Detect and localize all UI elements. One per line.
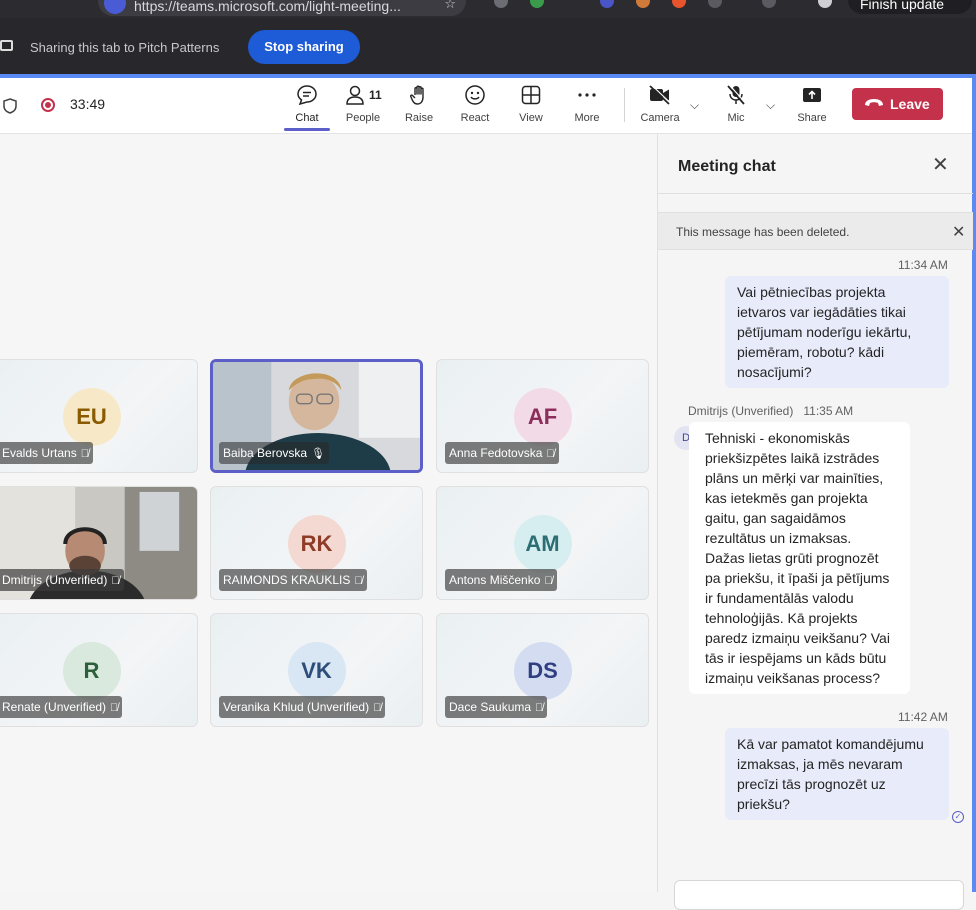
extension-icon[interactable] — [636, 0, 650, 8]
react-icon — [465, 85, 485, 105]
participant-tile[interactable]: R Renate (Unverified) 🎙̸ — [0, 613, 198, 727]
meeting-toolbar: 33:49 Chat People 11 Raise React View Mo… — [0, 78, 972, 134]
extension-icon[interactable] — [708, 0, 722, 8]
mic-options-chevron-icon[interactable]: ⌵ — [766, 98, 775, 113]
message-timestamp: 11:34 AM — [898, 258, 948, 272]
mic-muted-icon: 🎙̸ — [544, 574, 553, 587]
site-icon — [104, 0, 126, 14]
participant-name: RAIMONDS KRAUKLIS 🎙̸ — [219, 569, 367, 591]
mic-on-icon: 🎙 — [311, 447, 326, 460]
deleted-message-notice: This message has been deleted. ✕ — [658, 212, 973, 250]
chat-title: Meeting chat — [678, 158, 776, 175]
avatar: DS — [513, 642, 572, 700]
share-button[interactable]: Share — [784, 84, 840, 130]
stop-sharing-button[interactable]: Stop sharing — [248, 30, 360, 64]
mic-muted-icon: 🎙̸ — [535, 701, 544, 714]
extension-icon[interactable] — [672, 0, 686, 8]
mic-muted-icon: 🎙̸ — [80, 447, 89, 460]
sharing-bar: Sharing this tab to Pitch Patterns Stop … — [0, 18, 976, 74]
participant-name: Antons Miščenko 🎙̸ — [445, 569, 557, 591]
avatar: AM — [513, 515, 572, 573]
active-tab-indicator — [284, 128, 330, 131]
avatar: R — [62, 642, 121, 700]
phone-hangup-icon — [865, 99, 883, 106]
participant-tile[interactable]: AF Anna Fedotovska 🎙̸ — [436, 359, 649, 473]
camera-button[interactable]: Camera — [632, 84, 688, 130]
share-icon — [803, 88, 821, 102]
meeting-timer: 33:49 — [70, 96, 106, 112]
participant-tile[interactable]: VK Veranika Khlud (Unverified) 🎙̸ — [210, 613, 423, 727]
avatar: RK — [287, 515, 346, 573]
chat-message-mine[interactable]: Vai pētniecības projekta ietvaros var ie… — [725, 276, 949, 388]
participant-tile[interactable]: AM Antons Miščenko 🎙̸ — [436, 486, 649, 600]
finish-update-button[interactable]: Finish update — [848, 0, 972, 14]
raise-hand-icon — [410, 85, 424, 105]
participant-name: Renate (Unverified) 🎙̸ — [0, 696, 123, 718]
bookmark-star-icon[interactable]: ☆ — [444, 0, 456, 12]
participant-name: Evalds Urtans 🎙̸ — [0, 442, 93, 464]
view-button[interactable]: View — [503, 84, 559, 130]
shield-icon — [3, 98, 17, 114]
chat-message-mine[interactable]: Kā var pamatot komandējumu izmaksas, ja … — [725, 728, 949, 820]
mic-muted-icon: 🎙̸ — [354, 574, 363, 587]
seen-check-icon: ✓ — [952, 811, 964, 823]
participant-tile[interactable]: DS Dace Saukuma 🎙̸ — [436, 613, 649, 727]
message-timestamp: 11:42 AM — [898, 710, 948, 724]
camera-options-chevron-icon[interactable]: ⌵ — [690, 98, 699, 113]
participant-name: Dace Saukuma 🎙̸ — [445, 696, 548, 718]
compose-message-box[interactable] — [674, 880, 964, 910]
chat-icon — [297, 85, 317, 106]
participant-tile-active[interactable]: Baiba Berovska 🎙 — [210, 359, 423, 473]
meeting-stage: EU Evalds Urtans 🎙̸ Baiba Berovska 🎙 AF An… — [0, 134, 657, 892]
mic-muted-icon: 🎙̸ — [110, 701, 119, 714]
participant-name: Anna Fedotovska 🎙̸ — [445, 442, 559, 464]
participant-name: Baiba Berovska 🎙 — [219, 442, 330, 464]
mic-muted-icon: 🎙̸ — [111, 574, 120, 587]
chat-header: Meeting chat ✕ — [658, 134, 973, 194]
participant-count: 11 — [369, 88, 382, 102]
extension-icon[interactable] — [762, 0, 776, 8]
mic-muted-icon: 🎙̸ — [546, 447, 555, 460]
close-icon[interactable]: ✕ — [932, 155, 949, 175]
mic-button[interactable]: Mic — [708, 84, 764, 130]
recording-icon — [41, 98, 55, 112]
extension-icon[interactable] — [530, 0, 544, 8]
extension-icon[interactable] — [600, 0, 614, 8]
more-icon — [578, 93, 596, 97]
toolbar-divider — [624, 88, 625, 122]
participant-tile[interactable]: EU Evalds Urtans 🎙̸ — [0, 359, 198, 473]
avatar: VK — [287, 642, 346, 700]
avatar: EU — [62, 388, 121, 446]
share-tab-icon — [0, 40, 13, 51]
sharing-message: Sharing this tab to Pitch Patterns — [30, 40, 220, 55]
message-sender: Dmitrijs (Unverified) 11:35 AM — [688, 404, 854, 418]
profile-avatar[interactable] — [818, 0, 832, 8]
mic-muted-icon: 🎙̸ — [373, 701, 382, 714]
address-bar[interactable]: https://teams.microsoft.com/light-meetin… — [98, 0, 466, 16]
mic-off-icon — [727, 84, 746, 105]
participant-tile[interactable]: RK RAIMONDS KRAUKLIS 🎙̸ — [210, 486, 423, 600]
react-button[interactable]: React — [447, 84, 503, 130]
participant-name: Veranika Khlud (Unverified) 🎙̸ — [219, 696, 386, 718]
browser-bar: https://teams.microsoft.com/light-meetin… — [0, 0, 976, 18]
dismiss-icon[interactable]: ✕ — [952, 223, 965, 243]
url-text: https://teams.microsoft.com/light-meetin… — [134, 0, 401, 14]
more-button[interactable]: More — [559, 84, 615, 130]
avatar: AF — [513, 388, 572, 446]
leave-button[interactable]: Leave — [852, 88, 943, 120]
meeting-chat-panel: Meeting chat ✕ This message has been del… — [657, 134, 973, 910]
chat-message-other[interactable]: Tehniski - ekonomiskās priekšizpētes lai… — [689, 422, 910, 694]
participant-tile[interactable]: Dmitrijs (Unverified) 🎙̸ — [0, 486, 198, 600]
view-icon — [521, 85, 541, 105]
participant-name: Dmitrijs (Unverified) 🎙̸ — [0, 569, 124, 591]
extension-icon[interactable] — [494, 0, 508, 8]
raise-hand-button[interactable]: Raise — [391, 84, 447, 130]
camera-off-icon — [649, 84, 671, 105]
people-icon — [346, 85, 364, 105]
